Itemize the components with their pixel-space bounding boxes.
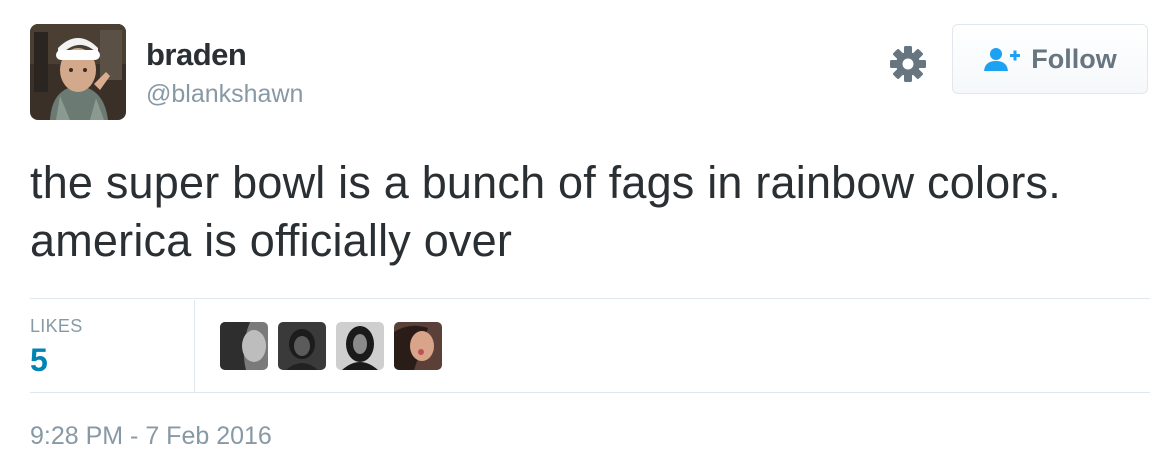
follow-button[interactable]: Follow [952,24,1148,94]
divider [30,298,1150,299]
user-handle[interactable]: @blankshawn [146,77,303,111]
liker-avatar[interactable] [336,322,384,370]
liker-avatar[interactable] [278,322,326,370]
follow-label: Follow [1031,43,1117,74]
add-user-icon [983,46,1021,72]
avatar[interactable] [30,24,126,120]
stats-separator [194,300,195,392]
likers-list [220,322,442,370]
tweet-text: the super bowl is a bunch of fags in rai… [30,157,1061,266]
divider [30,392,1150,393]
tweet-stats: LIKES 5 [30,300,1150,392]
tweet-timestamp[interactable]: 9:28 PM - 7 Feb 2016 [30,422,272,451]
user-name[interactable]: braden [146,36,303,74]
likes-label[interactable]: LIKES [30,316,83,337]
user-names: braden @blankshawn [146,36,303,111]
liker-avatar[interactable] [220,322,268,370]
liker-avatar[interactable] [394,322,442,370]
tweet-header: braden @blankshawn Follow [30,24,1150,124]
gear-icon[interactable] [888,44,928,84]
likes-count[interactable]: 5 [30,342,48,379]
